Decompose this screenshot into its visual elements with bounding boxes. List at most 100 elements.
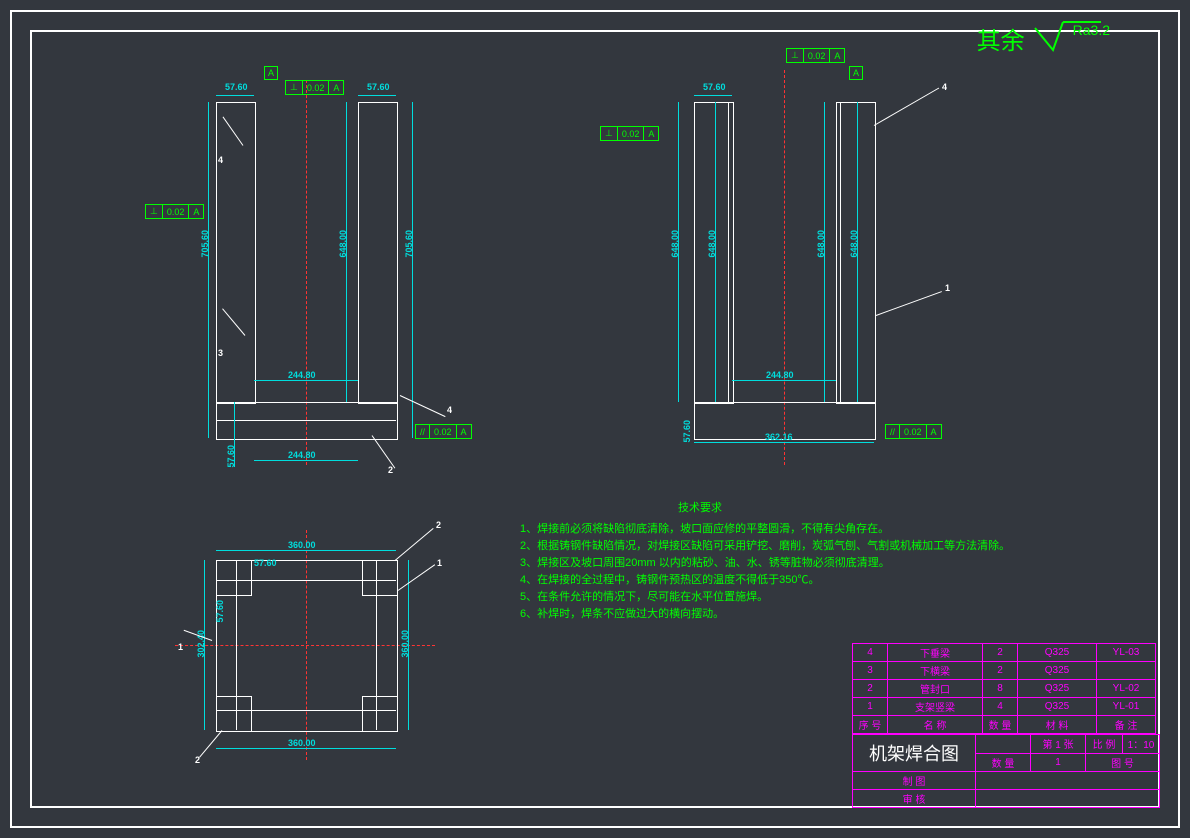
bom-no: 1: [853, 698, 888, 716]
view-c-v2: [376, 560, 377, 730]
bom-rem: YL-02: [1097, 680, 1156, 698]
dim-line-a1: [216, 95, 254, 96]
gdt-tol: 0.02: [430, 425, 457, 438]
dim-line-c3: [204, 560, 205, 730]
gdt-tol: 0.02: [163, 205, 190, 218]
balloon-2: 2: [388, 465, 393, 475]
view-a-base: [216, 402, 398, 440]
dim-a-24480-b: 244.80: [288, 450, 316, 460]
note-5: 5、在条件允许的情况下，尽可能在水平位置施焊。: [520, 589, 1010, 606]
gdt-tol: 0.02: [804, 49, 831, 62]
gdt-tol: 0.02: [303, 81, 330, 94]
note-6: 6、补焊时，焊条不应做过大的横向摆动。: [520, 606, 1010, 623]
bom-rem: YL-01: [1097, 698, 1156, 716]
dim-line-c2: [216, 748, 396, 749]
view-b-inner-l: [728, 102, 729, 402]
balloon-3: 3: [218, 348, 223, 358]
gdt-perp-icon: ⊥: [146, 205, 163, 218]
dim-line-b6: [857, 102, 858, 402]
dim-line-a8: [234, 402, 235, 467]
balloon-c2b: 2: [195, 755, 200, 765]
dim-line-c4: [408, 560, 409, 730]
gdt-tol: 0.02: [900, 425, 927, 438]
gdt-tol: 0.02: [618, 127, 645, 140]
fcf-a-top: ⊥ 0.02 A: [285, 80, 344, 95]
dim-a-24480-t: 244.80: [288, 370, 316, 380]
dim-line-a7: [346, 102, 347, 402]
balloon-4: 4: [218, 155, 223, 165]
balloon-4b: 4: [447, 405, 452, 415]
dim-line-a4: [254, 460, 358, 461]
view-a-right-bar: [358, 102, 398, 404]
drawn-by: 制 图: [853, 772, 976, 790]
bom-qty: 4: [983, 698, 1018, 716]
view-c-c1: [216, 560, 252, 596]
bom-no: 3: [853, 662, 888, 680]
title-block: 4下垂梁2Q325YL-03 3下横梁2Q325 2管封口8Q325YL-02 …: [852, 643, 1160, 808]
note-4: 4、在焊接的全过程中，铸钢件预热区的温度不得低于350℃。: [520, 572, 1010, 589]
balloon-c1: 1: [437, 558, 442, 568]
view-c-c3: [216, 696, 252, 732]
bom-qty: 2: [983, 662, 1018, 680]
bom-name: 下横梁: [888, 662, 983, 680]
balloon-c2: 2: [436, 520, 441, 530]
dim-line-a2: [358, 95, 396, 96]
bom-h-mat: 材 料: [1018, 716, 1097, 734]
dim-c-5760-t: 57.60: [254, 558, 277, 568]
view-b-inner-r: [840, 102, 841, 402]
view-c-c2: [362, 560, 398, 596]
scale-h: 比 例: [1086, 735, 1123, 754]
gdt-perp-icon: ⊥: [787, 49, 804, 62]
datum-b-top: A: [849, 66, 863, 80]
balloon-b1: 1: [945, 283, 950, 293]
gdt-perp-icon: ⊥: [601, 127, 618, 140]
note-3: 3、焊接区及坡口周围20mm 以内的粘砂、油、水、锈等脏物必须彻底清理。: [520, 555, 1010, 572]
bom-qty: 8: [983, 680, 1018, 698]
bom-name: 下垂梁: [888, 644, 983, 662]
dim-line-c1: [216, 550, 396, 551]
fcf-a-bot: // 0.02 A: [415, 424, 472, 439]
dim-line-b2: [732, 380, 836, 381]
fcf-b-top: ⊥ 0.02 A: [786, 48, 845, 63]
checked-by: 审 核: [853, 790, 976, 808]
bom-name: 管封口: [888, 680, 983, 698]
dim-b-5760-v: 57.60: [682, 420, 692, 443]
gdt-para-icon: //: [416, 425, 430, 438]
gdt-ref: A: [189, 205, 203, 218]
bom-no: 2: [853, 680, 888, 698]
dim-b-24480: 244.80: [766, 370, 794, 380]
bom-mat: Q325: [1018, 698, 1097, 716]
balloon-b4: 4: [942, 82, 947, 92]
bom-qty: 2: [983, 644, 1018, 662]
dim-a-5760-r: 57.60: [367, 82, 390, 92]
tech-requirements: 技术要求 1、焊接前必须将缺陷彻底清除，坡口面应修的平整圆滑，不得有尖角存在。 …: [520, 500, 1010, 623]
dim-c-360-t: 360.00: [288, 540, 316, 550]
note-2: 2、根据铸钢件缺陷情况，对焊接区缺陷可采用铲挖、磨削，炭弧气刨、气割或机械加工等…: [520, 538, 1010, 555]
gdt-ref: A: [830, 49, 844, 62]
dim-a-5760-l: 57.60: [225, 82, 248, 92]
view-c-v1: [236, 560, 237, 730]
bom-h-name: 名 称: [888, 716, 983, 734]
bom-mat: Q325: [1018, 644, 1097, 662]
note-1: 1、焊接前必须将缺陷彻底清除，坡口面应修的平整圆滑，不得有尖角存在。: [520, 521, 1010, 538]
sheet-h: 第 1 张: [1031, 735, 1086, 754]
gdt-ref: A: [329, 81, 343, 94]
dim-line-b3: [694, 442, 874, 443]
view-c-h2: [216, 710, 396, 711]
view-a-base-mid: [216, 420, 396, 421]
gdt-para-icon: //: [886, 425, 900, 438]
view-c-h1: [216, 580, 396, 581]
title-table: 机架焊合图 第 1 张 比 例 1：10 数 量 1 图 号 制 图 审 核: [852, 734, 1160, 808]
bom-h-no: 序 号: [853, 716, 888, 734]
balloon-c1b: 1: [178, 642, 183, 652]
datum-a-top: A: [264, 66, 278, 80]
surface-finish-callout: 其余 Ra3.2: [977, 20, 1140, 56]
fcf-b-left: ⊥ 0.02 A: [600, 126, 659, 141]
scale-v: 1：10: [1123, 735, 1160, 754]
qty-v: 1: [1031, 753, 1086, 772]
surface-value: Ra3.2: [1073, 22, 1110, 38]
bom-mat: Q325: [1018, 662, 1097, 680]
dim-line-b5-2: [715, 102, 716, 402]
bom-name: 支架竖梁: [888, 698, 983, 716]
dim-b-5760: 57.60: [703, 82, 726, 92]
